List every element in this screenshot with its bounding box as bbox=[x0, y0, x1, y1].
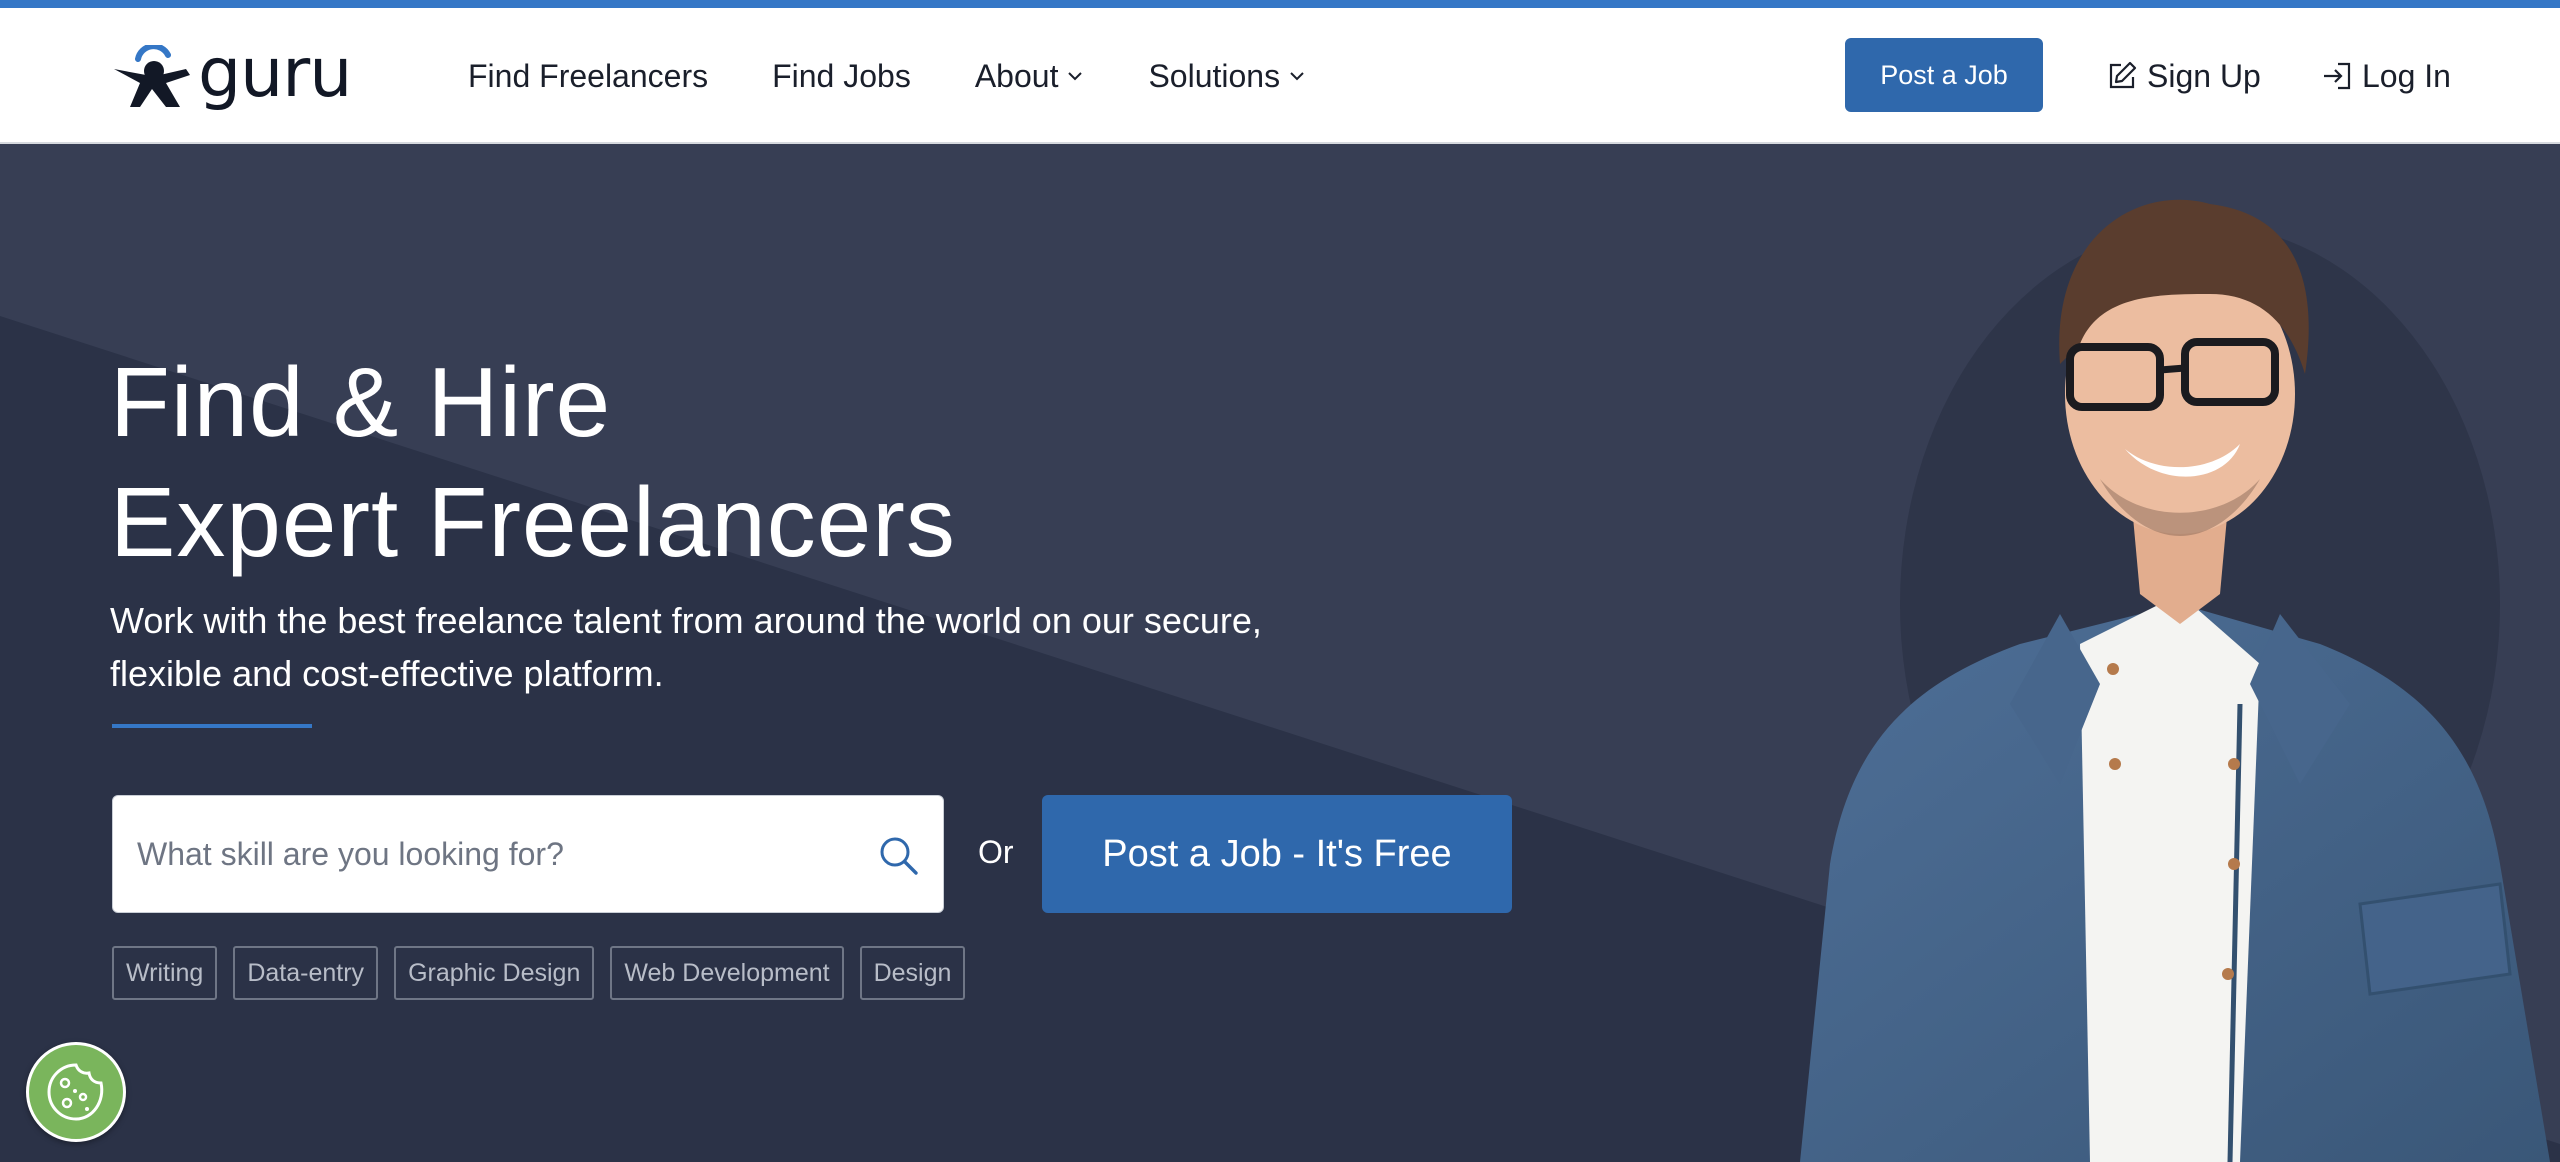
nav-solutions-label: Solutions bbox=[1148, 57, 1281, 94]
login-icon bbox=[2324, 62, 2351, 90]
tag-data-entry[interactable]: Data-entry bbox=[233, 946, 379, 1000]
hero-subtitle: Work with the best freelance talent from… bbox=[110, 594, 1410, 700]
hero-title: Find & Hire Expert Freelancers bbox=[110, 342, 956, 582]
hero-subtitle-line-2: flexible and cost-effective platform. bbox=[110, 653, 664, 694]
sign-up-label: Sign Up bbox=[2147, 57, 2261, 94]
hero-title-line-2: Expert Freelancers bbox=[110, 467, 956, 577]
nav-about[interactable]: About bbox=[975, 58, 1085, 95]
nav-find-jobs[interactable]: Find Jobs bbox=[772, 58, 911, 95]
post-job-button[interactable]: Post a Job bbox=[1845, 38, 2043, 112]
tag-graphic-design[interactable]: Graphic Design bbox=[394, 946, 595, 1000]
or-separator: Or bbox=[978, 834, 1014, 870]
sign-up-link[interactable]: Sign Up bbox=[2105, 8, 2261, 144]
hero-subtitle-line-1: Work with the best freelance talent from… bbox=[110, 600, 1262, 641]
hero-section: Find & Hire Expert Freelancers Work with… bbox=[0, 144, 2560, 1162]
hero-person-image bbox=[1800, 199, 2550, 1162]
skill-search-input[interactable] bbox=[137, 796, 857, 912]
top-accent-strip bbox=[0, 0, 2560, 8]
cookie-icon bbox=[47, 1063, 104, 1121]
log-in-label: Log In bbox=[2362, 57, 2451, 94]
tag-writing[interactable]: Writing bbox=[112, 946, 218, 1000]
tag-design[interactable]: Design bbox=[859, 946, 966, 1000]
log-in-link[interactable]: Log In bbox=[2320, 8, 2451, 144]
skill-search-box bbox=[112, 795, 944, 913]
guru-logo[interactable]: guru bbox=[110, 40, 376, 116]
edit-icon bbox=[2109, 61, 2137, 89]
main-nav: Find Freelancers Find Jobs About Solutio… bbox=[468, 8, 1370, 144]
chevron-down-icon bbox=[1290, 72, 1304, 81]
accent-divider bbox=[112, 724, 312, 728]
popular-skill-tags: Writing Data-entry Graphic Design Web De… bbox=[112, 946, 981, 1000]
hero-title-line-1: Find & Hire bbox=[110, 347, 612, 457]
logo-wordmark: guru bbox=[198, 34, 352, 113]
search-icon[interactable] bbox=[877, 834, 919, 876]
nav-solutions[interactable]: Solutions bbox=[1148, 58, 1306, 95]
cookie-settings-button[interactable] bbox=[26, 1042, 126, 1142]
nav-find-freelancers-label: Find Freelancers bbox=[468, 57, 709, 94]
nav-find-freelancers[interactable]: Find Freelancers bbox=[468, 58, 708, 95]
post-job-free-button[interactable]: Post a Job - It's Free bbox=[1042, 795, 1512, 913]
site-header: guru Find Freelancers Find Jobs About So… bbox=[0, 8, 2560, 144]
chevron-down-icon bbox=[1068, 72, 1083, 81]
nav-find-jobs-label: Find Jobs bbox=[772, 57, 911, 94]
guru-logo-icon bbox=[114, 45, 190, 107]
tag-web-development[interactable]: Web Development bbox=[610, 946, 844, 1000]
nav-about-label: About bbox=[974, 57, 1059, 94]
